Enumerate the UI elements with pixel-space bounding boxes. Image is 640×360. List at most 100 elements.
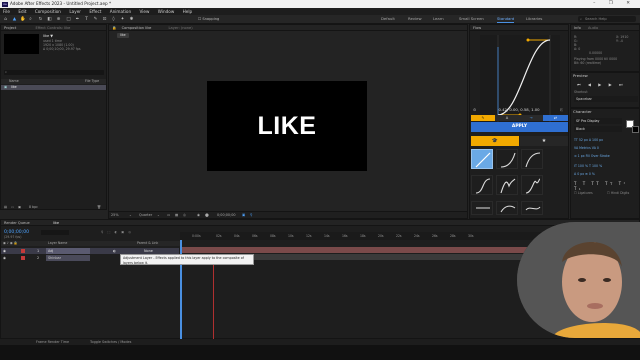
rectangle-tool-icon[interactable]: □ xyxy=(66,17,71,22)
menu-edit[interactable]: Edit xyxy=(18,9,26,14)
hindi-digits-checkbox[interactable]: ☐ Hindi Digits xyxy=(607,191,629,195)
tab-effect-controls[interactable]: Effect Controls: like xyxy=(35,26,70,30)
timeline-switch-icons[interactable]: ⚲ ⬚ ◐ ▣ ◎ xyxy=(101,230,132,234)
magnification-dropdown[interactable]: 25% xyxy=(111,212,119,219)
project-item-row[interactable]: ▣ like xyxy=(1,85,106,90)
composition-canvas[interactable]: LIKE xyxy=(207,81,367,171)
bezier-values[interactable]: 0.42, 0.00, 0.58, 1.00 xyxy=(470,107,568,113)
mask-visibility-icon[interactable]: ◎ xyxy=(183,212,186,219)
preset-ease-in-out[interactable] xyxy=(471,175,493,195)
workspace-small-screen[interactable]: Small Screen xyxy=(459,16,484,22)
workspace-learn[interactable]: Learn xyxy=(433,16,444,22)
menu-help[interactable]: Help xyxy=(183,9,193,14)
ligatures-checkbox[interactable]: ☐ Ligatures xyxy=(574,191,593,195)
brush-tool-icon[interactable]: ✎ xyxy=(93,17,98,22)
scale-row[interactable]: IT 100 % T 100 % xyxy=(574,163,638,169)
layer-name[interactable]: Shinbar xyxy=(46,255,90,261)
preset-bounce[interactable] xyxy=(496,175,518,195)
menu-view[interactable]: View xyxy=(139,9,149,14)
column-file-type[interactable]: File Type xyxy=(85,79,99,84)
font-family-dropdown[interactable]: SF Pro Display xyxy=(574,118,622,124)
arrow-right-icon[interactable]: → xyxy=(519,115,543,121)
label-color[interactable] xyxy=(21,256,25,260)
workspace-libraries[interactable]: Libraries xyxy=(526,16,542,22)
region-icon[interactable]: ⌄ xyxy=(157,212,160,219)
resolution-dropdown[interactable]: Quarter xyxy=(139,212,152,219)
tab-character[interactable]: Character xyxy=(571,109,639,115)
preset-linear[interactable] xyxy=(471,149,493,169)
tab-project[interactable]: Project xyxy=(4,26,16,30)
hand-tool-icon[interactable]: ✋ xyxy=(20,17,26,22)
swap-icon[interactable]: ⇄ xyxy=(543,115,568,121)
tab-like-comp[interactable]: like xyxy=(53,221,59,225)
puppet-tool-icon[interactable]: ✱ xyxy=(129,17,134,22)
work-area-marker[interactable] xyxy=(213,262,214,339)
preset-ease-out[interactable] xyxy=(521,149,543,169)
column-parent[interactable]: Parent & Link xyxy=(137,241,158,246)
playback-icon[interactable]: ▣ xyxy=(242,212,245,219)
playback-controls[interactable]: ⏮ ◀ ▶ ▶ ⏭ xyxy=(577,82,626,87)
fit-icon[interactable]: ⌄ xyxy=(129,212,132,219)
kerning-row[interactable]: VA Metrics VA 0 xyxy=(574,145,638,151)
fast-preview-icon[interactable]: ⚲ xyxy=(250,212,252,219)
roi-icon[interactable]: ▭ xyxy=(167,212,170,219)
pan-behind-icon[interactable]: ⊕ xyxy=(56,17,61,22)
adjustment-switch-icon[interactable]: ◐ xyxy=(113,248,116,254)
flow-curve-graph[interactable] xyxy=(480,35,560,127)
menu-layer[interactable]: Layer xyxy=(69,9,81,14)
pen-tool-icon[interactable]: ✒ xyxy=(75,17,80,22)
bpc-label[interactable]: 8 bpc xyxy=(29,205,38,210)
baseline-row[interactable]: A 0 px ⊕ 0 % xyxy=(574,171,638,177)
apply-button[interactable]: APPLY xyxy=(471,122,568,132)
timeline-search-input[interactable] xyxy=(41,230,69,235)
tab-flow-presets[interactable]: 🎓 xyxy=(471,136,519,146)
tab-composition[interactable]: Composition like xyxy=(122,26,152,30)
column-layer-name[interactable]: Layer Name xyxy=(48,241,67,246)
stroke-color-swatch[interactable] xyxy=(632,126,639,133)
home-icon[interactable]: ⌂ xyxy=(3,17,8,22)
channel-icon[interactable]: ⬤ xyxy=(205,212,209,219)
lock-icon[interactable]: 🔒 xyxy=(112,26,116,30)
menu-animation[interactable]: Animation xyxy=(110,9,131,14)
text-mode-icon[interactable]: A xyxy=(495,115,519,121)
visibility-icon[interactable]: ◉ xyxy=(3,255,6,261)
preset-elastic[interactable] xyxy=(521,175,543,195)
transparency-grid-icon[interactable]: ▦ xyxy=(175,212,178,219)
workspace-review[interactable]: Review xyxy=(408,16,422,22)
tab-preview[interactable]: Preview xyxy=(571,73,639,79)
stroke-row[interactable]: ≡ 1 px Fill Over Stroke xyxy=(574,153,638,159)
menu-file[interactable]: File xyxy=(3,9,10,14)
menu-composition[interactable]: Composition xyxy=(35,9,61,14)
current-time-display[interactable]: 0;00;00;00 xyxy=(217,212,236,219)
clone-tool-icon[interactable]: ⊡ xyxy=(102,17,107,22)
new-folder-icon[interactable]: ▭ xyxy=(11,205,14,210)
search-help-field[interactable]: ⌕ Search Help xyxy=(578,16,636,22)
camera-tool-icon[interactable]: ◧ xyxy=(47,17,52,22)
visibility-icon[interactable]: ◉ xyxy=(3,248,6,254)
project-search-input[interactable]: ⌕ xyxy=(4,70,104,75)
selection-tool-icon[interactable]: ▲ xyxy=(12,17,17,22)
trash-icon[interactable]: 🗑 xyxy=(97,205,101,210)
tab-favorites[interactable]: ★ xyxy=(520,136,568,146)
new-comp-icon[interactable]: ▣ xyxy=(18,205,21,210)
tab-flow[interactable]: Flow xyxy=(473,26,481,30)
preset-extra-1[interactable] xyxy=(471,201,493,215)
type-tool-icon[interactable]: T xyxy=(84,17,89,22)
tab-render-queue[interactable]: Render Queue xyxy=(4,221,30,225)
tab-info[interactable]: Info xyxy=(574,26,581,30)
rotate-tool-icon[interactable]: ↻ xyxy=(38,17,43,22)
copy-icon[interactable]: ⎘ xyxy=(560,108,563,112)
workspace-default[interactable]: Default xyxy=(381,16,395,22)
menu-effect[interactable]: Effect xyxy=(89,9,101,14)
preset-extra-2[interactable] xyxy=(496,201,518,215)
snapping-toggle[interactable]: ☐ Snapping xyxy=(198,17,228,22)
composition-subtab[interactable]: like xyxy=(117,33,129,38)
eraser-tool-icon[interactable]: ◊ xyxy=(111,17,116,22)
tab-audio[interactable]: Audio xyxy=(588,26,598,30)
font-style-dropdown[interactable]: Black xyxy=(574,126,622,132)
roto-tool-icon[interactable]: ✦ xyxy=(120,17,125,22)
preset-ease-in[interactable] xyxy=(496,149,518,169)
easing-mode-icon[interactable]: ✎ xyxy=(471,115,495,121)
window-controls[interactable]: – ❐ ✕ xyxy=(593,0,636,8)
settings-icon[interactable]: ⚙ xyxy=(473,108,476,112)
